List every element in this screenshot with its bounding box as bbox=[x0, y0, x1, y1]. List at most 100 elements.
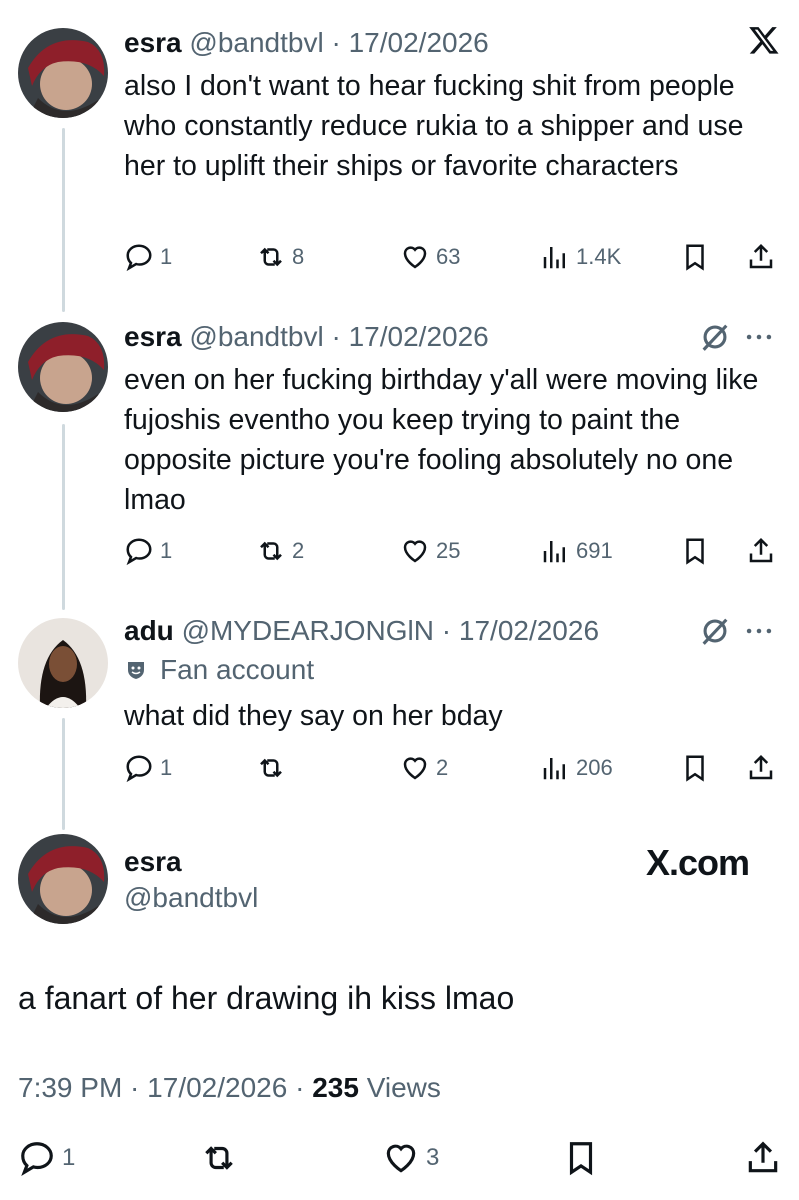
views-button[interactable]: 206 bbox=[540, 748, 613, 788]
views-icon bbox=[543, 541, 565, 563]
views-icon bbox=[543, 758, 565, 780]
like-button[interactable]: 25 bbox=[400, 531, 460, 571]
repost-icon bbox=[260, 758, 282, 778]
tweet-date[interactable]: 17/02/2026 bbox=[147, 1072, 287, 1103]
share-icon bbox=[749, 243, 773, 269]
repost-count: 8 bbox=[292, 244, 305, 269]
tweet-text: even on her fucking birthday y'all were … bbox=[124, 364, 759, 516]
avatar[interactable] bbox=[18, 618, 108, 708]
thread-connector bbox=[62, 424, 65, 610]
like-button[interactable]: 63 bbox=[400, 237, 460, 277]
author-handle[interactable]: @MYDEARJONGlN bbox=[182, 615, 434, 646]
reply-button[interactable]: 1 bbox=[124, 237, 172, 277]
views-count: 235 bbox=[312, 1072, 359, 1103]
share-button[interactable] bbox=[746, 748, 776, 788]
tweet-time[interactable]: 7:39 PM bbox=[18, 1072, 122, 1103]
views-icon bbox=[543, 247, 565, 269]
more-icon[interactable] bbox=[742, 614, 776, 648]
repost-icon bbox=[205, 1146, 233, 1170]
author-handle[interactable]: @bandtbvl bbox=[189, 27, 323, 58]
like-button[interactable]: 2 bbox=[400, 748, 448, 788]
views-button[interactable]: 1.4K bbox=[540, 237, 621, 277]
action-bar: 1 2 206 bbox=[124, 748, 784, 788]
author-name[interactable]: esra bbox=[124, 321, 182, 352]
heart-icon bbox=[403, 540, 427, 563]
author-handle[interactable]: @bandtbvl bbox=[189, 321, 323, 352]
bookmark-button[interactable] bbox=[562, 1138, 600, 1178]
heart-icon bbox=[403, 757, 427, 780]
tweet-date[interactable]: 17/02/2026 bbox=[459, 615, 599, 646]
reply-count: 1 bbox=[160, 755, 173, 780]
views-count: 691 bbox=[576, 538, 613, 563]
share-icon bbox=[749, 754, 773, 780]
brand-label: X.com bbox=[646, 842, 750, 883]
avatar[interactable] bbox=[18, 322, 108, 412]
avatar[interactable] bbox=[18, 834, 108, 924]
reply-count: 1 bbox=[160, 538, 173, 563]
bookmark-icon bbox=[686, 755, 704, 782]
share-icon bbox=[749, 537, 773, 563]
main-action-bar: 1 3 bbox=[0, 1138, 799, 1182]
views-count: 1.4K bbox=[576, 244, 622, 269]
separator: · bbox=[323, 27, 349, 58]
heart-icon bbox=[403, 246, 427, 269]
reply-button[interactable]: 1 bbox=[124, 748, 172, 788]
reply-icon bbox=[21, 1142, 53, 1176]
more-icon[interactable] bbox=[742, 320, 776, 354]
reply-count: 1 bbox=[62, 1144, 76, 1171]
author-name[interactable]: adu bbox=[124, 615, 174, 646]
tweet-date[interactable]: 17/02/2026 bbox=[349, 321, 489, 352]
bookmark-button[interactable] bbox=[680, 748, 710, 788]
author-handle[interactable]: @bandtbvl bbox=[124, 882, 258, 914]
reply-icon bbox=[126, 538, 152, 566]
tweet-stats: 7:39 PM · 17/02/2026 · 235 Views bbox=[18, 1072, 441, 1103]
like-count: 25 bbox=[436, 538, 461, 563]
reply-icon bbox=[126, 244, 152, 272]
action-bar: 1 8 63 1.4K bbox=[124, 237, 784, 277]
bookmark-button[interactable] bbox=[680, 237, 710, 277]
repost-icon bbox=[260, 541, 282, 561]
bookmark-icon bbox=[569, 1142, 593, 1176]
like-count: 3 bbox=[426, 1144, 440, 1171]
repost-icon bbox=[260, 247, 282, 267]
badge-label: Fan account bbox=[160, 654, 315, 685]
bookmark-button[interactable] bbox=[680, 531, 710, 571]
author-name[interactable]: esra bbox=[124, 846, 182, 878]
reply-button[interactable]: 1 bbox=[124, 531, 172, 571]
share-icon bbox=[748, 1141, 778, 1173]
thread-connector bbox=[62, 128, 65, 312]
heart-icon bbox=[386, 1144, 416, 1173]
views-count: 206 bbox=[576, 755, 613, 780]
share-button[interactable] bbox=[744, 1138, 782, 1178]
tweet-text: a fanart of her drawing ih kiss lmao bbox=[18, 980, 515, 1016]
bookmark-icon bbox=[686, 244, 704, 271]
views-label: Views bbox=[366, 1072, 441, 1103]
repost-button[interactable]: 2 bbox=[256, 531, 304, 571]
reply-button[interactable]: 1 bbox=[18, 1138, 75, 1178]
like-button[interactable]: 3 bbox=[382, 1138, 439, 1178]
avatar[interactable] bbox=[18, 28, 108, 118]
views-button[interactable]: 691 bbox=[540, 531, 613, 571]
action-bar: 1 2 25 691 bbox=[124, 531, 784, 571]
bookmark-icon bbox=[686, 538, 704, 565]
author-name[interactable]: esra bbox=[124, 27, 182, 58]
share-button[interactable] bbox=[746, 237, 776, 277]
reply-count: 1 bbox=[160, 244, 173, 269]
separator: · bbox=[323, 321, 349, 352]
tweet-text: also I don't want to hear fucking shit f… bbox=[124, 70, 744, 182]
grok-icon[interactable] bbox=[698, 614, 732, 648]
x-logo-icon[interactable] bbox=[748, 24, 780, 56]
grok-icon[interactable] bbox=[698, 320, 732, 354]
share-button[interactable] bbox=[746, 531, 776, 571]
repost-button[interactable] bbox=[200, 1138, 238, 1178]
fan-account-icon bbox=[128, 662, 144, 679]
repost-button[interactable]: 8 bbox=[256, 237, 304, 277]
repost-button[interactable] bbox=[256, 748, 292, 788]
like-count: 63 bbox=[436, 244, 461, 269]
reply-icon bbox=[126, 755, 152, 783]
tweet-date[interactable]: 17/02/2026 bbox=[349, 27, 489, 58]
fan-account-badge: Fan account bbox=[124, 654, 314, 686]
thread-connector bbox=[62, 718, 65, 830]
tweet-text: what did they say on her bday bbox=[124, 700, 503, 732]
separator: · bbox=[434, 615, 459, 646]
